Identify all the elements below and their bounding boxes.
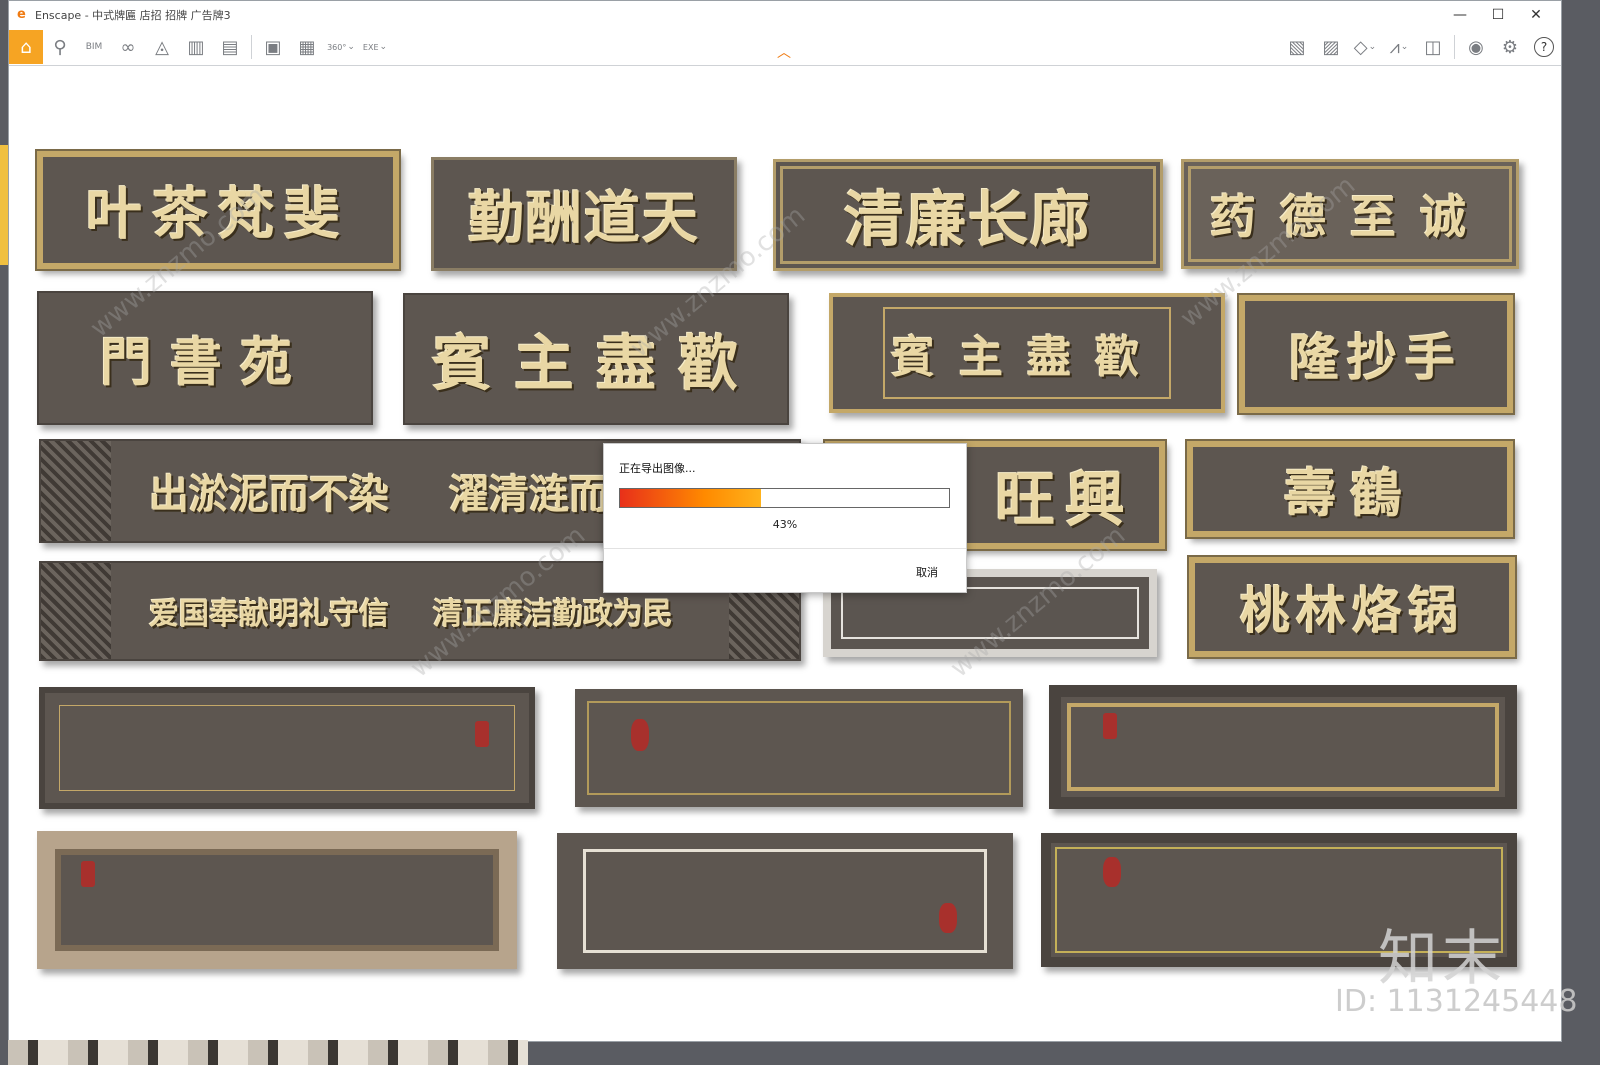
batch-render-icon[interactable]: ▦ xyxy=(290,30,324,64)
navigation-icon[interactable]: ◬ xyxy=(145,30,179,64)
export-exe-icon[interactable]: EXE ⌄ xyxy=(358,30,392,64)
blank-plaque xyxy=(37,831,517,969)
sign-text: 桃林烙锅 xyxy=(1240,581,1464,640)
lattice-panel xyxy=(41,441,111,541)
sign-inner-frame xyxy=(587,701,1011,795)
material-editor-icon[interactable]: ◫ xyxy=(1416,30,1450,64)
sign-text: 賓主盡歡 xyxy=(891,332,1163,383)
clapper-icon[interactable]: ▤ xyxy=(213,30,247,64)
binoculars-icon[interactable]: ∞ xyxy=(111,30,145,64)
sign-inner-frame xyxy=(1067,703,1499,791)
bim-icon[interactable]: BIM xyxy=(77,30,111,64)
red-seal xyxy=(939,903,957,933)
blank-plaque xyxy=(557,833,1013,969)
progress-bar xyxy=(619,488,950,508)
chevron-down-icon: ⌄ xyxy=(347,42,355,52)
red-seal xyxy=(1103,857,1121,887)
red-seal xyxy=(631,719,649,751)
sign-plaque: 桃林烙锅 xyxy=(1187,555,1517,659)
blank-plaque xyxy=(39,687,535,809)
title-bar: e Enscape - 中式牌匾 店招 招牌 广告牌3 — ☐ ✕ xyxy=(9,1,1561,29)
window-title: Enscape - 中式牌匾 店招 招牌 广告牌3 xyxy=(35,9,231,22)
pano-label: 360° xyxy=(327,42,347,52)
blank-plaque xyxy=(1049,685,1517,809)
chevron-down-icon: ⌄ xyxy=(1368,42,1377,52)
buildings-icon[interactable]: ▥ xyxy=(179,30,213,64)
toolbar-separator xyxy=(1454,35,1455,59)
progress-percent: 43% xyxy=(772,518,798,531)
sign-text: 勤酬道天 xyxy=(468,185,700,252)
sign-plaque: 药德至诚 xyxy=(1181,159,1519,269)
help-label: ? xyxy=(1534,37,1554,57)
dialog-divider xyxy=(604,548,966,549)
settings-icon[interactable]: ⚙ xyxy=(1493,30,1527,64)
blank-plaque xyxy=(575,689,1023,807)
help-icon[interactable]: ? xyxy=(1527,30,1561,64)
sign-plaque: 隆抄手 xyxy=(1237,293,1515,415)
exe-label: EXE xyxy=(362,42,379,52)
sign-plaque: 清廉长廊 xyxy=(773,159,1163,271)
sign-text: 門書苑 xyxy=(99,332,310,394)
export-progress-dialog: 正在导出图像... 43% 取消 xyxy=(603,443,967,593)
toolbar-separator xyxy=(251,35,252,59)
maximize-button[interactable]: ☐ xyxy=(1479,3,1517,27)
sign-plaque: 壽鶴 xyxy=(1185,439,1515,539)
red-seal xyxy=(1103,713,1117,739)
background-app-strip xyxy=(0,145,8,265)
view-icon[interactable]: ◉ xyxy=(1459,30,1493,64)
sign-plaque: 勤酬道天 xyxy=(431,157,737,271)
collapse-toolbar-icon[interactable]: ︿ xyxy=(777,46,791,60)
sign-text: 隆抄手 xyxy=(1289,328,1463,387)
minimize-button[interactable]: — xyxy=(1441,3,1479,27)
close-button[interactable]: ✕ xyxy=(1517,3,1555,27)
screenshot-icon[interactable]: ▣ xyxy=(256,30,290,64)
sign-inner-frame xyxy=(583,849,987,953)
asset-library-icon[interactable]: ▧ xyxy=(1280,30,1314,64)
cube-icon[interactable]: ◇ ⌄ xyxy=(1348,30,1382,64)
home-icon[interactable]: ⌂ xyxy=(9,30,43,64)
background-app-strip xyxy=(8,1040,528,1065)
sign-text: 清廉长廊 xyxy=(844,185,1092,256)
window-controls: — ☐ ✕ xyxy=(1441,3,1555,27)
red-seal xyxy=(475,721,489,747)
sign-text: 賓主盡歡 xyxy=(432,329,760,400)
dialog-title: 正在导出图像... xyxy=(619,462,696,475)
sign-inner-frame xyxy=(59,705,515,791)
sign-plaque: 門書苑 xyxy=(37,291,373,425)
sign-plaque: 賓主盡歡 xyxy=(403,293,789,425)
toolbar-right: ▧ ▨ ◇ ⌄ ⩘ ⌄ ◫ ◉ ⚙ ? xyxy=(1280,29,1561,65)
cancel-button[interactable]: 取消 xyxy=(916,564,938,580)
lattice-panel xyxy=(41,563,111,659)
sign-inner-frame xyxy=(55,849,499,951)
chevron-down-icon: ⌄ xyxy=(379,42,388,52)
panorama-360-icon[interactable]: 360° ⌄ xyxy=(324,30,358,64)
enscape-logo-icon: e xyxy=(17,7,26,22)
visual-settings-icon[interactable]: ▨ xyxy=(1314,30,1348,64)
sign-plaque: 賓主盡歡 xyxy=(829,293,1225,413)
watermark-id: ID: 1131245448 xyxy=(1335,984,1578,1019)
chart-icon[interactable]: ⩘ ⌄ xyxy=(1382,30,1416,64)
chevron-down-icon: ⌄ xyxy=(1400,42,1409,52)
bim-label: BIM xyxy=(85,41,103,52)
red-seal xyxy=(81,861,95,887)
progress-fill xyxy=(620,489,762,507)
live-link-icon[interactable]: ⚲ xyxy=(43,30,77,64)
sign-text: 壽鶴 xyxy=(1283,463,1416,525)
